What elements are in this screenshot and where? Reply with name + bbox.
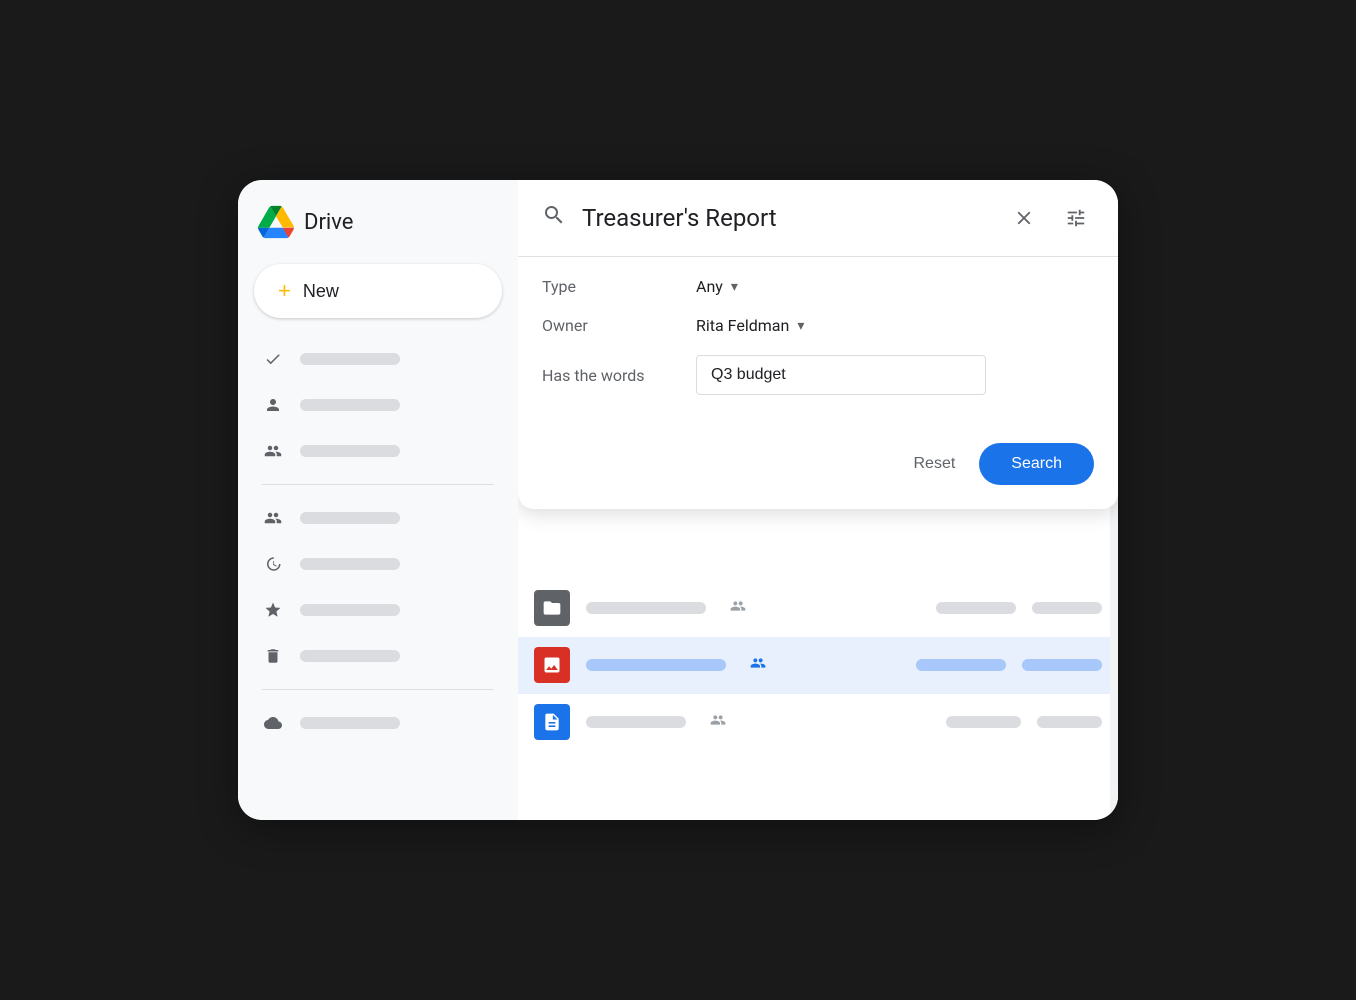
nav-label-bar [300, 353, 400, 365]
file-size-bar [1022, 659, 1102, 671]
table-row[interactable] [518, 694, 1118, 751]
people-icon [710, 712, 726, 732]
person-icon [262, 394, 284, 416]
plus-icon: + [278, 278, 291, 304]
search-icon [542, 203, 566, 233]
has-words-filter-row: Has the words [542, 355, 1094, 395]
search-modal: Treasurer's Report Type Any ▾ [518, 180, 1118, 509]
nav-label-bar [300, 558, 400, 570]
app-window: Drive + New [238, 180, 1118, 820]
owner-select[interactable]: Rita Feldman ▾ [696, 316, 804, 335]
team-icon [262, 440, 284, 462]
people-icon [730, 598, 746, 618]
new-button[interactable]: + New [254, 264, 502, 318]
owner-filter-row: Owner Rita Feldman ▾ [542, 316, 1094, 335]
nav-label-bar [300, 512, 400, 524]
filter-button[interactable] [1058, 200, 1094, 236]
search-button[interactable]: Search [979, 443, 1094, 485]
nav-label-bar [300, 650, 400, 662]
search-filters: Type Any ▾ Owner Rita Feldman ▾ [518, 257, 1118, 435]
nav-items [238, 338, 518, 744]
nav-label-bar [300, 604, 400, 616]
nav-label-bar [300, 399, 400, 411]
folder-icon [534, 590, 570, 626]
search-header-actions [1006, 200, 1094, 236]
main-content: Treasurer's Report Type Any ▾ [518, 180, 1118, 820]
sidebar-item-storage[interactable] [246, 702, 510, 744]
image-icon [534, 647, 570, 683]
cloud-icon [262, 712, 284, 734]
sidebar: Drive + New [238, 180, 518, 820]
people-icon [750, 655, 766, 675]
sidebar-item-recent[interactable] [246, 543, 510, 585]
drive-logo [258, 204, 294, 240]
nav-divider-2 [262, 689, 494, 690]
doc-icon [534, 704, 570, 740]
has-words-label: Has the words [542, 366, 672, 385]
has-words-input[interactable] [696, 355, 986, 395]
file-name-bar [586, 659, 726, 671]
chevron-down-icon: ▾ [797, 318, 804, 334]
file-date-bar [936, 602, 1016, 614]
new-button-label: New [303, 281, 339, 302]
shared-icon [262, 507, 284, 529]
owner-label: Owner [542, 316, 672, 335]
file-name-bar [586, 716, 686, 728]
sidebar-item-profile[interactable] [246, 384, 510, 426]
file-name-bar [586, 602, 706, 614]
recent-icon [262, 553, 284, 575]
checkmark-icon [262, 348, 284, 370]
sidebar-item-team[interactable] [246, 430, 510, 472]
type-select[interactable]: Any ▾ [696, 277, 738, 296]
sidebar-item-shared[interactable] [246, 497, 510, 539]
filter-actions: Reset Search [518, 435, 1118, 509]
file-info [586, 598, 920, 618]
owner-value: Rita Feldman [696, 316, 789, 335]
file-info [586, 712, 930, 732]
nav-label-bar [300, 445, 400, 457]
file-size-bar [1037, 716, 1102, 728]
close-button[interactable] [1006, 200, 1042, 236]
sidebar-item-starred[interactable] [246, 589, 510, 631]
type-filter-row: Type Any ▾ [542, 277, 1094, 296]
file-date-bar [946, 716, 1021, 728]
search-header: Treasurer's Report [518, 180, 1118, 257]
nav-divider [262, 484, 494, 485]
sidebar-item-home[interactable] [246, 338, 510, 380]
star-icon [262, 599, 284, 621]
file-date-bar [916, 659, 1006, 671]
app-title: Drive [304, 210, 353, 235]
table-row[interactable] [518, 580, 1118, 637]
type-label: Type [542, 277, 672, 296]
file-info [586, 655, 900, 675]
search-query: Treasurer's Report [582, 204, 990, 232]
nav-label-bar [300, 717, 400, 729]
file-size-bar [1032, 602, 1102, 614]
type-value: Any [696, 277, 723, 296]
sidebar-header: Drive [238, 196, 518, 256]
chevron-down-icon: ▾ [731, 279, 738, 295]
table-row[interactable] [518, 637, 1118, 694]
trash-icon [262, 645, 284, 667]
sidebar-item-trash[interactable] [246, 635, 510, 677]
reset-button[interactable]: Reset [898, 445, 972, 483]
